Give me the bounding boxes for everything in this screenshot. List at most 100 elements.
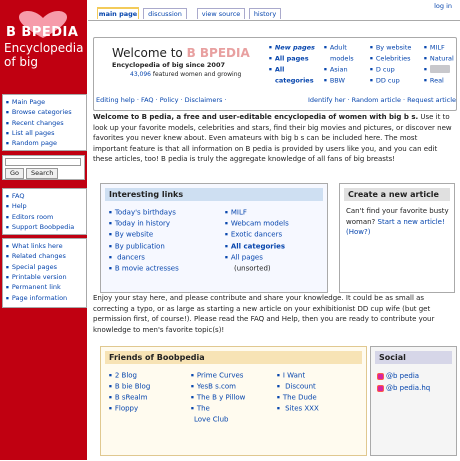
nav-faq[interactable]: FAQ xyxy=(6,191,84,201)
natural-link[interactable]: Natural xyxy=(424,53,454,64)
asian-link[interactable]: Asian xyxy=(324,64,354,75)
site-logo[interactable]: B BPEDIA Encyclopedia of big xyxy=(2,10,84,88)
celebrities-link[interactable]: Celebrities xyxy=(370,53,411,64)
b-movie-actresses-link[interactable]: B movie actresses xyxy=(109,263,179,274)
instagram-handle-2: @b pedia.hq xyxy=(386,384,431,392)
tool-special-pages[interactable]: Special pages xyxy=(6,262,84,272)
friend-link-11[interactable]: Discount xyxy=(277,381,319,392)
tab-discussion[interactable]: discussion xyxy=(143,8,187,19)
featured-count-text: featured women and growing xyxy=(151,71,242,78)
instagram-handle-1: @b pedia xyxy=(386,372,420,380)
unsorted-label: (unsorted) xyxy=(234,264,271,273)
tool-permanent-link[interactable]: Permanent link xyxy=(6,282,84,292)
bbw-link[interactable]: BBW xyxy=(324,75,354,86)
dd-cup-link[interactable]: DD cup xyxy=(370,75,411,86)
quick-links-left[interactable]: Editing help · FAQ · Policy · Disclaimer… xyxy=(96,96,227,104)
toolbox-portlet: What links here Related changes Special … xyxy=(2,238,87,308)
social-instagram-2[interactable]: @b pedia.hq xyxy=(377,384,430,392)
welcome-title: Welcome to B BPEDIA xyxy=(112,46,250,60)
friends-heading: Friends of Boobpedia xyxy=(105,351,362,364)
friend-link-3[interactable]: B sRealm xyxy=(109,392,150,403)
tab-view-source[interactable]: view source xyxy=(197,8,245,19)
friend-link-9[interactable]: Love Club xyxy=(191,414,245,425)
instagram-icon xyxy=(377,372,384,380)
friend-link-6[interactable]: YesB s.com xyxy=(191,381,245,392)
todays-birthdays-link[interactable]: Today's birthdays xyxy=(109,207,179,218)
tool-what-links-here[interactable]: What links here xyxy=(6,241,84,251)
nav-support[interactable]: Support Boobpedia xyxy=(6,222,84,232)
go-button[interactable]: Go xyxy=(5,168,25,179)
interesting-col-2: MILF Webcam models Exotic dancers All ca… xyxy=(225,207,289,274)
tool-printable-version[interactable]: Printable version xyxy=(6,272,84,282)
start-new-article-link[interactable]: Start a new article! xyxy=(378,218,445,226)
main-content: Welcome to B BPEDIA Encyclopedia of big … xyxy=(88,20,460,461)
friend-link-13[interactable]: Sites XXX xyxy=(277,403,319,414)
welcome-title-prefix: Welcome to xyxy=(112,46,187,60)
interesting-col-1: Today's birthdays Today in history By we… xyxy=(109,207,179,274)
how-link[interactable]: (How?) xyxy=(346,228,370,236)
d-cup-link[interactable]: D cup xyxy=(370,64,411,75)
nav-browse-categories[interactable]: Browse categories xyxy=(6,107,84,117)
logo-tagline-1: Encyclopedia xyxy=(4,41,84,55)
friend-link-10[interactable]: I Want xyxy=(277,370,319,381)
by-website-link-2[interactable]: By website xyxy=(109,229,179,240)
friend-link-1[interactable]: 2 Blog xyxy=(109,370,150,381)
all-pages-link-2[interactable]: All pages xyxy=(225,252,289,263)
intro-lead: Welcome to B pedia, a free and user-edit… xyxy=(93,113,419,121)
nav-help[interactable]: Help xyxy=(6,201,84,211)
friend-link-4[interactable]: Floppy xyxy=(109,403,150,414)
friend-link-5[interactable]: Prime Curves xyxy=(191,370,245,381)
nav-editors-room[interactable]: Editors room xyxy=(6,212,84,222)
navigation-portlet: Main Page Browse categories Recent chang… xyxy=(2,94,87,151)
all-categories-link-2[interactable]: categories xyxy=(269,75,315,86)
interesting-links-box: Interesting links Today's birthdays Toda… xyxy=(100,183,328,293)
by-publication-link[interactable]: By publication xyxy=(109,241,179,252)
by-website-link[interactable]: By website xyxy=(370,42,412,53)
tab-main-page[interactable]: main page xyxy=(97,7,139,19)
friends-col-2: Prime Curves YesB s.com The B y Pillow T… xyxy=(191,370,245,425)
tool-page-information[interactable]: Page information xyxy=(6,293,84,303)
adult-models-link[interactable]: models xyxy=(324,53,354,64)
real-link[interactable]: Real xyxy=(424,75,454,86)
logo-title: B BPEDIA xyxy=(6,25,79,40)
nav-list-all-pages[interactable]: List all pages xyxy=(6,128,84,138)
welcome-col-1: New pages All pages All categories xyxy=(269,42,315,86)
welcome-col-3: By website Celebrities D cup DD cup xyxy=(370,42,412,86)
search-input[interactable] xyxy=(5,158,81,166)
webcam-models-link[interactable]: Webcam models xyxy=(225,218,289,229)
friend-link-2[interactable]: B bie Blog xyxy=(109,381,150,392)
login-link[interactable]: log in xyxy=(434,2,452,10)
friend-link-12[interactable]: The Dude xyxy=(277,392,319,403)
all-pages-link[interactable]: All pages xyxy=(269,53,315,64)
featured-count-number[interactable]: 43,096 xyxy=(130,71,151,78)
nav-recent-changes[interactable]: Recent changes xyxy=(6,118,84,128)
tool-related-changes[interactable]: Related changes xyxy=(6,251,84,261)
redacted-link[interactable] xyxy=(424,64,454,75)
intro-paragraph: Welcome to B pedia, a free and user-edit… xyxy=(93,112,453,165)
friend-link-7[interactable]: The B y Pillow xyxy=(191,392,246,403)
new-pages-link[interactable]: New pages xyxy=(269,42,315,53)
friend-link-8[interactable]: The xyxy=(191,403,245,414)
all-categories-link-3[interactable]: All categories xyxy=(225,241,289,252)
adult-link[interactable]: Adult xyxy=(324,42,354,53)
interesting-links-heading: Interesting links xyxy=(105,188,323,201)
nav-main-page[interactable]: Main Page xyxy=(6,97,84,107)
nav-random-page[interactable]: Random page xyxy=(6,138,84,148)
dancers-link[interactable]: dancers xyxy=(109,252,179,263)
social-instagram-1[interactable]: @b pedia xyxy=(377,372,419,380)
milf-link-2[interactable]: MILF xyxy=(225,207,289,218)
search-button[interactable]: Search xyxy=(26,168,59,179)
milf-link[interactable]: MILF xyxy=(424,42,454,53)
featured-count: 43,096 featured women and growing xyxy=(130,71,241,78)
create-article-text: Can't find your favorite busty woman? St… xyxy=(346,206,451,238)
today-in-history-link[interactable]: Today in history xyxy=(109,218,179,229)
logo-tagline-2: of big xyxy=(4,55,38,69)
contribute-paragraph: Enjoy your stay here, and please contrib… xyxy=(93,294,435,334)
all-categories-link[interactable]: All xyxy=(269,64,315,75)
social-box: Social @b pedia @b pedia.hq xyxy=(370,346,457,456)
friends-col-3: I Want Discount The Dude Sites XXX xyxy=(277,370,319,414)
search-portlet: Go Search xyxy=(2,155,85,180)
quick-links-right[interactable]: Identify her · Random article · Request … xyxy=(308,96,456,104)
tab-history[interactable]: history xyxy=(249,8,281,19)
exotic-dancers-link[interactable]: Exotic dancers xyxy=(225,229,289,240)
